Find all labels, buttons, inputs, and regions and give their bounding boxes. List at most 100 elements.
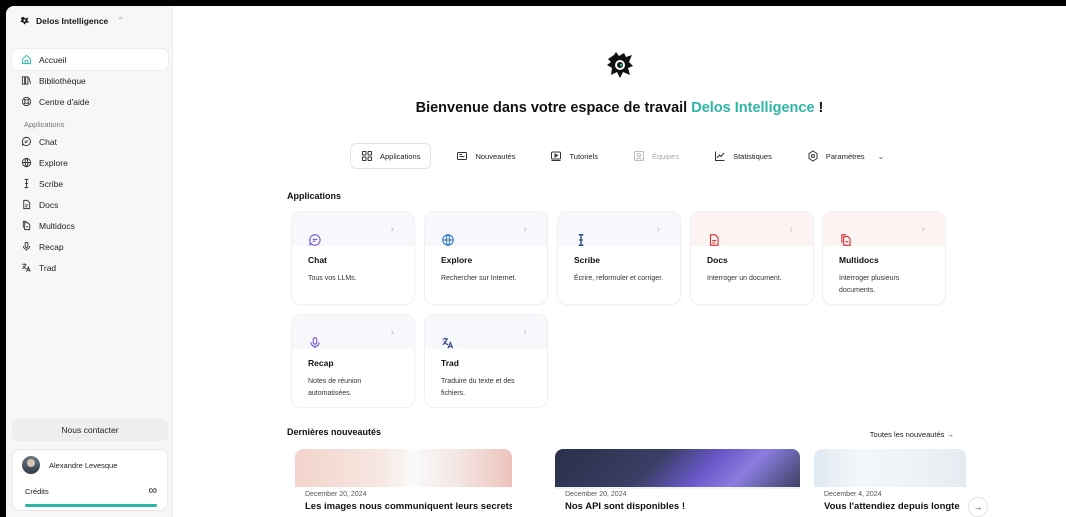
page-title-brand: Delos Intelligence [691,100,815,116]
chevron-down-icon: ⌄ [877,151,885,161]
tab-label: Paramètres [825,151,865,161]
sidebar-item-label: Chat [39,136,57,147]
news-card[interactable]: December 20, 2024 Les images nous commun… [295,449,512,517]
credits-value: ∞ [148,483,157,497]
sidebar-item-chat[interactable]: Chat [12,131,168,152]
tab-tutoriels[interactable]: Tutoriels [540,143,607,169]
page-title-suffix: ! [814,100,824,116]
library-icon [21,75,32,86]
microphone-icon [21,241,32,252]
sidebar-item-centre-aide[interactable]: Centre d'aide [12,91,168,112]
microphone-icon [308,336,322,350]
sidebar-item-bibliotheque[interactable]: Bibliothèque [12,70,168,91]
card-title: Explore [441,255,473,265]
card-title: Recap [308,358,334,368]
tab-label: Statistiques [733,151,772,161]
news-card[interactable]: December 4, 2024 Vous l'attendiez depuis… [814,449,966,517]
main-nav: Accueil Bibliothèque Centre d'aide [12,49,168,112]
user-name: Alexandre Levesque [49,461,118,470]
documents-icon [839,233,853,247]
sidebar-item-label: Scribe [39,178,64,189]
sidebar-item-recap[interactable]: Recap [12,236,168,257]
tab-applications[interactable]: Applications [350,143,432,169]
tab-nouveautes[interactable]: Nouveautés [446,143,525,169]
news-image [814,449,966,489]
chevron-right-icon: › [921,224,925,235]
chevron-updown-icon: ⌃ [117,16,124,25]
sidebar-item-label: Docs [39,199,59,210]
home-icon [21,54,32,65]
document-icon [21,199,32,210]
avatar [22,456,40,474]
video-icon [550,150,562,162]
news-title: Nos API sont disponibles ! [565,501,685,512]
tab-statistiques[interactable]: Statistiques [704,143,782,169]
news-title: Vous l'attendiez depuis longte [824,501,960,512]
sidebar-item-scribe[interactable]: Scribe [12,173,168,194]
arrow-right-icon: → [973,502,983,512]
card-description: Tous vos LLMs. [308,275,357,282]
tab-bar: Applications Nouveautés Tutoriels Équipe… [350,143,909,169]
app-card-docs[interactable]: › Docs Interroger un document. [691,212,813,304]
sidebar-item-explore[interactable]: Explore [12,152,168,173]
applications-section-title: Applications [287,191,342,201]
workspace-name: Delos Intelligence [36,15,109,26]
chart-icon [714,150,726,162]
chevron-right-icon: › [390,327,394,338]
delos-logo-icon [605,50,635,80]
text-cursor-icon [574,233,588,247]
main-content: Bienvenue dans votre espace de travail D… [173,6,1066,517]
contact-button[interactable]: Nous contacter [12,419,168,441]
tab-label: Équipes [651,151,680,161]
card-description: Écrire, reformuler et corriger. [574,275,664,282]
sidebar-item-multidocs[interactable]: Multidocs [12,215,168,236]
documents-icon [21,220,32,231]
credits-label: Crédits [25,487,49,496]
card-title: Scribe [574,255,600,265]
apps-nav: Applications Chat Explore Scribe Docs Mu… [12,117,168,278]
sidebar-item-trad[interactable]: Trad [12,257,168,278]
app-card-multidocs[interactable]: › Multidocs Interroger plusieurs documen… [823,212,945,304]
globe-icon [441,233,455,247]
sidebar-item-label: Centre d'aide [39,96,90,107]
delos-logo-icon [19,15,30,26]
chevron-right-icon: › [390,224,394,235]
carousel-next-button[interactable]: → [968,497,988,517]
card-description: Interroger un document. [707,275,782,282]
page-title: Bienvenue dans votre espace de travail D… [173,100,1066,116]
sidebar: Delos Intelligence ⌃ Accueil Bibliothèqu… [6,6,173,517]
sidebar-item-accueil[interactable]: Accueil [12,49,168,70]
tab-parametres[interactable]: Paramètres ⌄ [797,143,894,169]
news-icon [456,150,468,162]
card-title: Trad [441,358,459,368]
user-card[interactable]: Alexandre Levesque Crédits ∞ [12,449,168,511]
sidebar-item-label: Accueil [39,54,67,65]
sidebar-item-label: Multidocs [39,220,75,231]
chevron-right-icon: › [523,224,527,235]
app-card-trad[interactable]: › Trad Traduire du texte et des fichiers… [425,315,547,407]
all-news-link[interactable]: Toutes les nouveautés → [870,430,954,439]
tab-equipes[interactable]: Équipes [623,143,689,169]
app-card-explore[interactable]: › Explore Rechercher sur Internet. [425,212,547,304]
text-cursor-icon [21,178,32,189]
workspace-switcher[interactable]: Delos Intelligence ⌃ [19,15,124,26]
news-card[interactable]: December 20, 2024 Nos API sont disponibl… [555,449,800,517]
card-title: Docs [707,255,728,265]
app-card-recap[interactable]: › Recap Notes de réunion automatisées. [292,315,414,407]
news-date: December 20, 2024 [565,491,627,498]
translate-icon [21,262,32,273]
news-image [295,449,512,489]
sidebar-item-docs[interactable]: Docs [12,194,168,215]
grid-icon [361,150,373,162]
chevron-right-icon: › [523,327,527,338]
tab-label: Applications [380,151,421,161]
sidebar-item-label: Trad [39,262,57,273]
news-date: December 4, 2024 [824,491,882,498]
card-description: Traduire du texte et des fichiers. [441,378,515,397]
document-icon [707,233,721,247]
chevron-right-icon: › [656,224,660,235]
apps-section-label: Applications [24,119,65,129]
chat-icon [21,136,32,147]
app-card-chat[interactable]: › Chat Tous vos LLMs. [292,212,414,304]
app-card-scribe[interactable]: › Scribe Écrire, reformuler et corriger. [558,212,680,304]
